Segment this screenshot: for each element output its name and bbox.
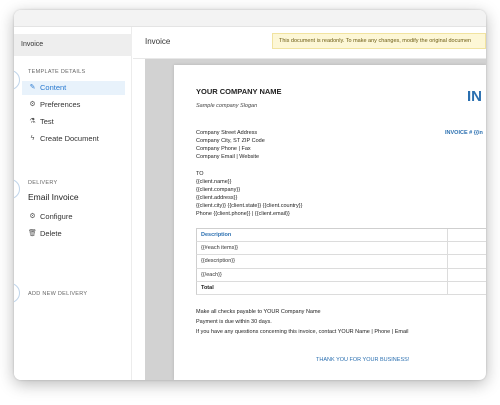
- table-row: {{/each}}: [196, 269, 486, 282]
- table-total-label: Total: [201, 285, 214, 291]
- sidebar-item-label: Content: [40, 83, 67, 92]
- table-cell: {{description}}: [201, 258, 235, 264]
- sidebar-item-label: Preferences: [40, 100, 81, 109]
- table-header-row: Description: [196, 229, 486, 242]
- delivery-name: Email Invoice: [28, 192, 79, 202]
- sidebar-item-label: Test: [40, 117, 54, 126]
- step-indicator-circle: [14, 179, 20, 199]
- table-column-separator: [447, 282, 448, 294]
- step-indicator-circle: [14, 283, 20, 303]
- sidebar-item-label: Create Document: [40, 134, 99, 143]
- gear-icon: ⚙: [29, 213, 36, 220]
- invoice-number: INVOICE # {{in: [445, 130, 483, 136]
- sidebar-item-label: Configure: [40, 212, 73, 221]
- company-name: YOUR COMPANY NAME: [196, 87, 282, 96]
- flask-icon: ⚗: [29, 118, 36, 125]
- address-line: Company Phone | Fax: [196, 146, 251, 152]
- invoice-page: YOUR COMPANY NAME Sample company Slogan …: [174, 65, 486, 380]
- client-line: {{client.company}}: [196, 187, 241, 193]
- footer-line: Make all checks payable to YOUR Company …: [196, 309, 321, 315]
- add-new-delivery-link[interactable]: ADD NEW DELIVERY: [28, 291, 87, 297]
- table-total-row: Total: [196, 282, 486, 295]
- gear-icon: ⚙: [29, 101, 36, 108]
- table-row: {{#each items}}: [196, 242, 486, 255]
- delivery-heading: DELIVERY: [28, 180, 58, 186]
- table-cell: {{#each items}}: [201, 245, 239, 251]
- table-column-separator: [447, 242, 448, 254]
- footer-line: Payment is due within 30 days.: [196, 319, 272, 325]
- trash-icon: 🗑: [28, 230, 37, 237]
- page-title: Invoice: [145, 37, 171, 46]
- invoice-heading: IN: [467, 88, 482, 105]
- readonly-notice: This document is readonly. To make any c…: [272, 33, 486, 49]
- pencil-icon: ✎: [29, 84, 36, 91]
- step-indicator-circle: [14, 70, 20, 90]
- table-column-separator: [447, 229, 448, 241]
- sidebar-item-configure[interactable]: ⚙ Configure: [28, 210, 73, 224]
- template-details-heading: TEMPLATE DETAILS: [28, 69, 86, 75]
- footer-line: If you have any questions concerning thi…: [196, 329, 409, 335]
- table-column-separator: [447, 269, 448, 281]
- sidebar-item-label: Delete: [40, 229, 62, 238]
- table-column-separator: [447, 255, 448, 268]
- client-line: Phone {{client.phone}} | {{client.email}…: [196, 211, 290, 217]
- table-cell: {{/each}}: [201, 272, 222, 278]
- sidebar-title: Invoice: [14, 34, 132, 56]
- table-row: {{description}}: [196, 255, 486, 269]
- main-header: Invoice This document is readonly. To ma…: [133, 27, 486, 59]
- sidebar-item-delete[interactable]: 🗑 Delete: [28, 227, 62, 241]
- sidebar-item-create-document[interactable]: ϟ Create Document: [28, 132, 99, 146]
- address-line: Company Street Address: [196, 130, 258, 136]
- company-slogan: Sample company Slogan: [196, 103, 258, 109]
- items-table: Description {{#each items}} {{descriptio…: [196, 228, 486, 295]
- window-top-bar: [14, 10, 486, 27]
- client-line: {{client.name}}: [196, 179, 232, 185]
- to-label: TO: [196, 171, 204, 177]
- address-line: Company City, ST ZIP Code: [196, 138, 265, 144]
- lightning-icon: ϟ: [30, 135, 35, 142]
- sidebar-item-preferences[interactable]: ⚙ Preferences: [28, 98, 80, 112]
- sidebar-item-content[interactable]: ✎ Content: [22, 81, 125, 95]
- main-panel: Invoice This document is readonly. To ma…: [133, 27, 486, 380]
- table-header-description: Description: [201, 232, 232, 238]
- thank-you-message: THANK YOU FOR YOUR BUSINESS!: [316, 357, 410, 363]
- app-window: Invoice TEMPLATE DETAILS ✎ Content ⚙ Pre…: [14, 10, 486, 380]
- sidebar-item-test[interactable]: ⚗ Test: [28, 115, 54, 129]
- client-line: {{client.city}} {{client.state}} {{clien…: [196, 203, 303, 209]
- address-line: Company Email | Website: [196, 154, 260, 160]
- document-canvas[interactable]: YOUR COMPANY NAME Sample company Slogan …: [145, 59, 486, 380]
- sidebar: Invoice TEMPLATE DETAILS ✎ Content ⚙ Pre…: [14, 27, 132, 380]
- client-line: {{client.address}}: [196, 195, 238, 201]
